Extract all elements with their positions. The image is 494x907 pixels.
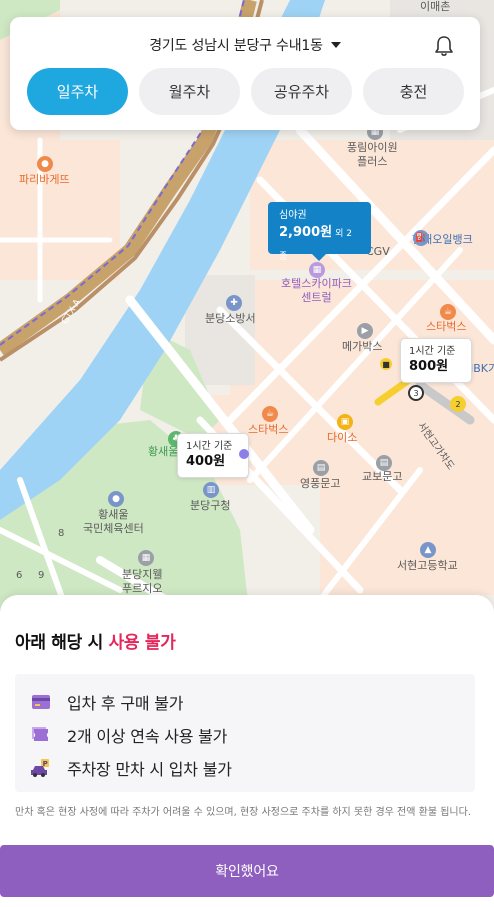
marker-caption: 1시간 기준 — [186, 441, 233, 452]
map-label-yeongpung: 영풍문고 — [300, 477, 341, 490]
restriction-text: 2개 이상 연속 사용 불가 — [67, 726, 228, 746]
map-label-pungrim: 풍림아이원 플러스 — [347, 141, 398, 168]
map-label-hotel: 호텔스카이파크 센트럴 — [281, 277, 352, 304]
price-marker-late-night[interactable]: 심야권 2,900원 외 2종 — [268, 202, 371, 262]
parking-type-tabs: 일주차 월주차 공유주차 충전 — [27, 68, 464, 115]
location-selector[interactable]: 경기도 성남시 분당구 수내1동 — [10, 35, 480, 55]
bakery-icon: ● — [37, 156, 53, 172]
credit-card-icon — [32, 694, 50, 709]
sports-center-icon: ● — [108, 491, 124, 507]
map-label-road-8: 8 — [58, 528, 65, 539]
marker-caption: 심야권 — [279, 210, 307, 221]
price-marker-hourly-left[interactable]: 1시간 기준 400원 — [177, 433, 249, 478]
map-label-ibk: IBK기 — [470, 362, 494, 375]
shop-icon: ▣ — [337, 414, 353, 430]
map-label-starbucks-right: 스타벅스 — [426, 320, 467, 333]
subway-station-icon: ■ — [380, 358, 392, 370]
parking-car-icon: P — [31, 758, 49, 777]
bookstore-icon: ▤ — [376, 455, 392, 471]
station-exit-2-icon: 2 — [450, 396, 466, 412]
sheet-title-prefix: 아래 해당 시 — [15, 633, 109, 653]
refund-note: 만차 혹은 현장 사정에 따라 주차가 어려울 수 있으며, 현장 사정으로 주… — [15, 807, 471, 818]
restriction-text: 주차장 만차 시 입차 불가 — [67, 759, 232, 779]
map-label-megabox: 메가박스 — [342, 340, 383, 353]
location-text: 경기도 성남시 분당구 수내1동 — [149, 38, 323, 54]
map-label-bundang-jiwell: 분당지웰 푸르지오 — [122, 568, 163, 595]
list-item: 입차 후 구매 불가 — [31, 685, 459, 718]
tab-daily-parking[interactable]: 일주차 — [27, 68, 128, 115]
map-label-paris: 파리바게뜨 — [19, 173, 70, 186]
tab-monthly-parking[interactable]: 월주차 — [139, 68, 240, 115]
map-label-seohyeon-school: 서현고등학교 — [397, 559, 458, 572]
usage-restrictions-sheet: 아래 해당 시 사용 불가 입차 후 구매 불가 2개 이상 연속 사용 불가 … — [0, 595, 494, 907]
map-label-road-9: 9 — [38, 570, 45, 581]
map-view[interactable]: 이매촌 파리바게뜨 풍림아이원 플러스 현대오일뱅크 CGV 호텔스카이파크 센… — [0, 0, 494, 620]
tab-shared-parking[interactable]: 공유주차 — [251, 68, 352, 115]
bookstore-icon: ▤ — [313, 460, 329, 476]
restriction-text: 입차 후 구매 불가 — [67, 693, 184, 713]
list-item: P 주차장 만차 시 입차 불가 — [31, 751, 459, 784]
cafe-icon: ☕ — [440, 304, 456, 320]
fire-station-icon: ✚ — [226, 295, 242, 311]
map-label-road-6: 6 — [16, 570, 23, 581]
map-label-fire-station: 분당소방서 — [205, 312, 256, 325]
top-search-card: 경기도 성남시 분당구 수내1동 일주차 월주차 공유주차 충전 — [10, 17, 480, 130]
cinema-icon: ▶ — [357, 323, 373, 339]
map-label-kyobo: 교보문고 — [362, 470, 403, 483]
restriction-list: 입차 후 구매 불가 2개 이상 연속 사용 불가 P 주차장 만차 시 입차 … — [15, 674, 475, 792]
government-office-icon: ▥ — [203, 482, 219, 498]
marker-price: 800원 — [409, 359, 449, 374]
ticket-icon — [32, 726, 48, 741]
map-label-starbucks-left: 스타벅스 — [248, 423, 289, 436]
cafe-icon: ☕ — [262, 406, 278, 422]
tab-charging[interactable]: 충전 — [363, 68, 464, 115]
list-item: 2개 이상 연속 사용 불가 — [31, 718, 459, 751]
station-exit-3-icon: 3 — [408, 385, 424, 401]
map-label-imaechon: 이매촌 — [420, 0, 451, 13]
current-location-dot — [239, 449, 249, 459]
marker-price: 400원 — [186, 454, 226, 469]
price-marker-hourly-right[interactable]: 1시간 기준 800원 — [400, 338, 472, 383]
caret-down-icon — [330, 42, 341, 48]
sheet-title-warning: 사용 불가 — [108, 633, 176, 653]
school-icon: ▲ — [420, 542, 436, 558]
bell-icon[interactable] — [434, 35, 454, 57]
map-label-daiso: 다이소 — [327, 431, 358, 444]
marker-caption: 1시간 기준 — [409, 346, 456, 357]
map-label-hwangsae-center: 황새울 국민체육센터 — [83, 508, 144, 535]
apartment-icon: ▦ — [138, 550, 154, 566]
map-label-bundang-gu-office: 분당구청 — [190, 499, 231, 512]
confirm-button[interactable]: 확인했어요 — [0, 845, 494, 897]
marker-price: 2,900원 — [279, 225, 333, 240]
gas-station-icon: ⛽ — [413, 230, 429, 246]
sheet-title: 아래 해당 시 사용 불가 — [15, 628, 176, 653]
